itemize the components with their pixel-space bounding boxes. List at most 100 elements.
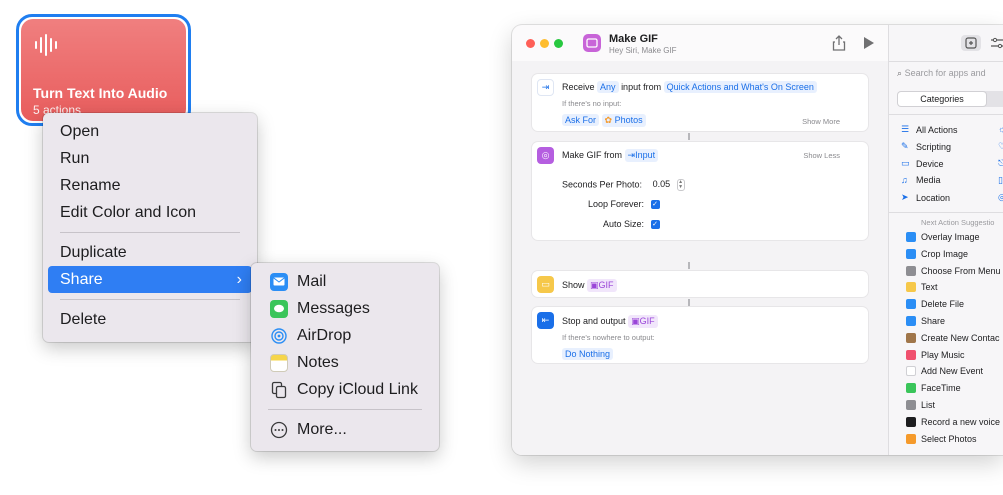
category-all-actions[interactable]: ☰ All Actions [901,124,958,135]
category-icon[interactable]: ▯ [998,175,1003,186]
suggestion-item[interactable]: List [906,400,935,410]
input-source-token[interactable]: Quick Actions and What's On Screen [663,81,817,93]
suggestion-label: List [921,400,936,410]
menu-item-open[interactable]: Open [48,118,252,145]
suggestion-item[interactable]: Record a new voice [906,416,1000,427]
photos-token[interactable]: ✿ Photos [601,114,646,127]
zoom-window-button[interactable] [554,39,563,48]
make-gif-action-card[interactable]: ◎ Make GIF from ⇥Input Show Less Seconds… [532,142,868,240]
input-type-token[interactable]: Any [597,81,619,93]
action-search-input[interactable]: ⌕ Search for apps and [897,68,1003,84]
category-icon[interactable]: ☼ [998,124,1003,134]
show-more-button[interactable]: Show More [802,117,840,126]
seconds-per-photo-label: Seconds Per Photo: [562,179,643,190]
search-placeholder: Search for apps and [904,68,986,78]
category-media[interactable]: ♫ Media [901,175,941,185]
share-item-copy-icloud-link[interactable]: Copy iCloud Link [256,376,434,403]
photos-icon: ✿ [604,115,613,125]
location-arrow-icon: ➤ [901,192,909,202]
suggestion-item[interactable]: Share [906,316,945,326]
category-scripting[interactable]: ✎ Scripting [901,141,951,152]
share-item-mail[interactable]: Mail [256,268,434,295]
ask-for-token[interactable]: Ask For [562,114,600,126]
gif-token-icon: ▣ [631,316,640,326]
seconds-per-photo-value[interactable]: 0.05 [653,179,671,189]
window-title[interactable]: Make GIF [609,33,658,45]
share-item-more[interactable]: More... [256,416,434,443]
gif-token[interactable]: ▣GIF [587,279,617,292]
input-token[interactable]: ⇥Input [624,149,659,162]
loop-forever-checkbox[interactable]: ✓ [650,200,660,210]
show-action-card[interactable]: ▭ Show ▣GIF [532,271,868,297]
action-icon [906,366,916,377]
suggestion-item[interactable]: Crop Image [906,248,968,259]
share-item-label: More... [297,421,347,438]
action-icon [906,416,916,427]
suggestion-item[interactable]: Overlay Image [906,232,980,242]
suggestion-item[interactable]: Choose From Menu [906,265,1001,276]
action-icon [906,265,916,276]
tab-categories[interactable]: Categories [898,92,986,106]
settings-sliders-icon[interactable] [987,35,1003,51]
action-icon [906,383,916,394]
show-less-button[interactable]: Show Less [803,151,840,160]
suggestion-item[interactable]: Add New Event [906,366,984,377]
show-label: Show [562,280,585,290]
nowhere-output-row: Do Nothing [562,348,614,360]
share-item-label: AirDrop [297,327,352,344]
action-library-sidebar: ⌕ Search for apps and Categories ☰ All Ac… [888,25,1003,455]
action-icon [906,433,916,444]
category-icon[interactable]: ◎ [998,192,1003,203]
receive-row: Receive Any input from Quick Actions and… [562,81,817,93]
menu-item-delete[interactable]: Delete [48,306,252,333]
category-device[interactable]: ▭ Device [901,158,944,169]
share-item-notes[interactable]: Notes [256,349,434,376]
category-icon[interactable]: ♡ [998,141,1003,152]
menu-item-rename[interactable]: Rename [48,172,252,199]
menu-item-share[interactable]: Share › [48,266,252,293]
minimize-window-button[interactable] [540,39,549,48]
share-item-messages[interactable]: Messages [256,295,434,322]
seconds-stepper[interactable]: ▲ ▼ [676,179,685,191]
suggestion-label: Share [921,316,946,326]
suggestion-label: Choose From Menu [921,265,1001,276]
input-token-label: Input [635,150,656,160]
suggestion-item[interactable]: Delete File [906,299,964,310]
share-icon[interactable] [832,35,846,51]
action-icon [906,232,916,242]
suggestion-label: Select Photos [921,433,977,444]
action-icon [906,349,916,360]
suggestion-label: Add New Event [921,366,984,377]
gif-token[interactable]: ▣GIF [628,315,658,328]
make-gif-row: Make GIF from ⇥Input [562,149,659,162]
suggestion-item[interactable]: FaceTime [906,383,961,394]
auto-size-checkbox[interactable]: ✓ [650,220,660,230]
receive-action-card[interactable]: ⇥ Receive Any input from Quick Actions a… [532,74,868,131]
gif-shortcut-icon[interactable] [583,34,601,52]
receive-icon: ⇥ [537,79,554,96]
category-icon[interactable]: ⎋ [998,158,1003,169]
category-location[interactable]: ➤ Location [901,192,950,203]
menu-item-run[interactable]: Run [48,145,252,172]
suggestion-item[interactable]: Play Music [906,349,965,360]
menu-item-duplicate[interactable]: Duplicate [48,239,252,266]
share-item-airdrop[interactable]: AirDrop [256,322,434,349]
suggestion-item[interactable]: Create New Contac [906,332,1000,343]
receive-mid-text: input from [621,82,662,92]
suggestion-item[interactable]: Text [906,282,938,293]
stop-output-icon: ⇤ [537,312,554,329]
library-toggle-icon[interactable] [961,35,981,51]
run-shortcut-icon[interactable] [864,37,874,49]
close-window-button[interactable] [526,39,535,48]
suggestion-label: Overlay Image [921,232,980,242]
waveform-icon [35,34,57,56]
stop-output-action-card[interactable]: ⇤ Stop and output ▣GIF If there's nowher… [532,307,868,363]
action-icon [906,332,916,343]
action-icon [906,282,916,293]
shortcut-tile[interactable]: Turn Text Into Audio 5 actions [16,14,191,126]
menu-item-edit-color-icon[interactable]: Edit Color and Icon [48,199,252,226]
suggestion-label: FaceTime [921,383,961,394]
suggestion-label: Text [921,282,938,293]
do-nothing-token[interactable]: Do Nothing [562,348,614,360]
suggestion-item[interactable]: Select Photos [906,433,977,444]
